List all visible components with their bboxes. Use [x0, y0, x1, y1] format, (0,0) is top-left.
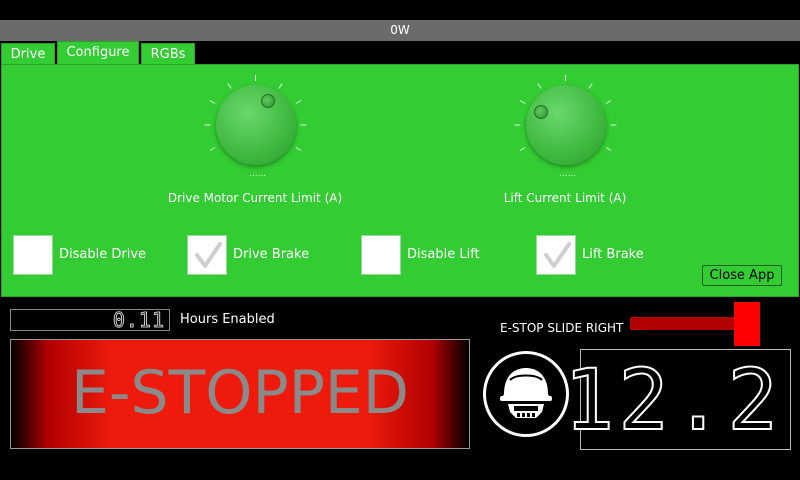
dial-tick — [610, 124, 617, 126]
dial-tick — [300, 124, 307, 126]
disable-drive-label: Disable Drive — [59, 247, 147, 262]
hours-label: Hours Enabled — [180, 312, 275, 327]
checkmark-icon — [544, 242, 571, 268]
drive-brake-label: Drive Brake — [233, 247, 310, 262]
dial-tick — [514, 124, 521, 126]
dial-tick — [519, 100, 526, 104]
dial-tick — [209, 147, 216, 151]
lift-current-knob[interactable] — [526, 85, 606, 165]
dial-tick — [209, 100, 216, 104]
close-app-button[interactable]: Close App — [702, 265, 782, 286]
tab-drive[interactable]: Drive — [1, 43, 55, 64]
hours-value: 0.11 — [112, 308, 165, 333]
estop-status-text: E-STOPPED — [71, 358, 409, 428]
dial-dots: ...... — [249, 169, 267, 179]
dial-tick — [295, 147, 302, 151]
helmet-graphic — [500, 368, 552, 418]
dial-dots: ...... — [559, 169, 577, 179]
dial-tick — [565, 75, 566, 81]
dial-tick — [605, 147, 612, 151]
estop-slider-handle[interactable] — [734, 302, 760, 346]
dial-tick — [204, 124, 211, 126]
drive-current-label: Drive Motor Current Limit (A) — [167, 191, 343, 205]
hours-display: 0.11 — [10, 308, 170, 333]
battery-voltage-display: 12.2 — [563, 349, 791, 450]
dial-tick — [605, 100, 612, 104]
estop-status-banner: E-STOPPED — [10, 339, 470, 449]
lift-current-label: Lift Current Limit (A) — [503, 191, 627, 205]
lift-brake-label: Lift Brake — [582, 247, 644, 262]
dial-tick — [519, 147, 526, 151]
drive-brake-checkbox[interactable] — [187, 235, 227, 275]
battery-voltage-value: 12.2 — [563, 350, 782, 450]
checkmark-icon — [195, 242, 222, 268]
dial-tick — [537, 83, 542, 89]
window-title: 0W — [0, 20, 800, 41]
dial-tick — [255, 75, 256, 81]
helmet-logo-icon — [483, 351, 569, 437]
dial-tick — [227, 83, 232, 89]
drive-current-knob[interactable] — [216, 85, 296, 165]
disable-lift-checkbox[interactable] — [361, 235, 401, 275]
lift-brake-checkbox[interactable] — [536, 235, 576, 275]
estop-slide-label: E-STOP SLIDE RIGHT — [500, 321, 624, 335]
configure-panel: ...... Drive Motor Current Limit (A) ...… — [1, 64, 799, 297]
dial-tick — [588, 83, 593, 89]
tab-bar: Drive Configure RGBs — [0, 41, 800, 65]
dial-tick — [295, 100, 302, 104]
tab-rgbs[interactable]: RGBs — [141, 43, 195, 64]
knob-indicator — [534, 105, 548, 119]
knob-indicator — [261, 94, 275, 108]
disable-drive-checkbox[interactable] — [13, 235, 53, 275]
disable-lift-label: Disable Lift — [407, 247, 480, 262]
dial-tick — [278, 83, 283, 89]
tab-configure[interactable]: Configure — [57, 41, 139, 65]
